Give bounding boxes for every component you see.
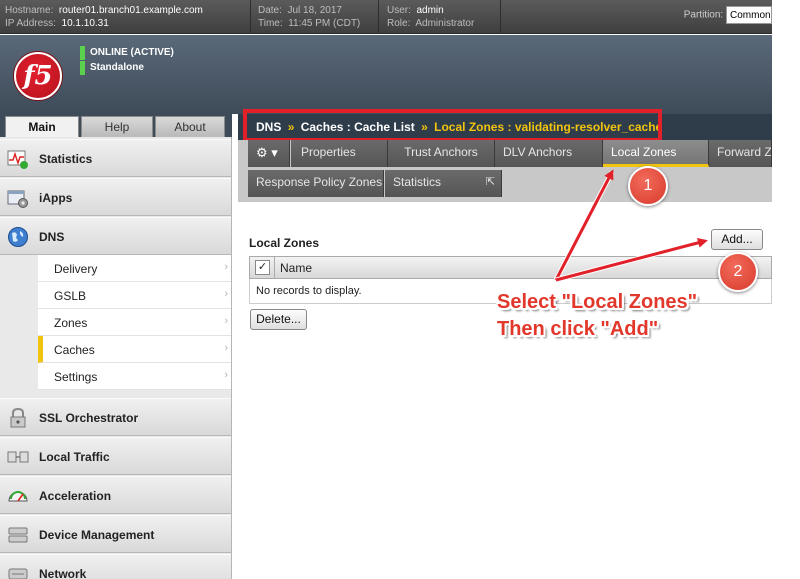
partition-area: Partition: Common <box>684 6 772 24</box>
nav-acceleration-label: Acceleration <box>39 489 112 503</box>
subnav-zones[interactable]: Zones › <box>38 309 231 336</box>
tab-dlv-anchors[interactable]: DLV Anchors <box>495 140 603 167</box>
status-online: ONLINE (ACTIVE) <box>80 46 174 60</box>
tab-main[interactable]: Main <box>5 116 79 138</box>
nav-iapps-label: iApps <box>39 191 73 205</box>
nav-ssl-orchestrator[interactable]: SSL Orchestrator <box>0 398 231 436</box>
chevron-right-icon: › <box>224 261 228 273</box>
datetime-info: Date: Jul 18, 2017 Time: 11:45 PM (CDT) <box>258 4 360 30</box>
iapps-icon <box>7 190 28 208</box>
chevron-right-icon: › <box>224 342 228 354</box>
status-standalone: Standalone <box>80 61 144 75</box>
nav-network[interactable]: Network <box>0 554 231 579</box>
subnav-zones-label: Zones <box>54 316 88 330</box>
host-info: Hostname: router01.branch01.example.com … <box>5 4 203 30</box>
subnav-caches-label: Caches <box>54 343 95 357</box>
gauge-icon <box>8 491 28 502</box>
nav-ssl-orchestrator-label: SSL Orchestrator <box>39 411 139 425</box>
tab-about[interactable]: About <box>155 116 225 137</box>
date-label: Date: <box>258 5 282 16</box>
dns-globe-icon <box>8 227 28 247</box>
left-navigation: Statistics iApps DNS Delivery › GSLB › Z… <box>0 137 232 579</box>
step-marker-2: 2 <box>718 252 758 292</box>
partition-label: Partition: <box>683 9 724 21</box>
tab-trust-anchors-label: Trust Anchors <box>404 145 478 159</box>
user-value: admin <box>416 5 444 16</box>
table-header: ✓ Name <box>249 256 772 279</box>
nav-device-management[interactable]: Device Management <box>0 515 231 553</box>
subnav-gslb[interactable]: GSLB › <box>38 282 231 309</box>
nav-local-traffic[interactable]: Local Traffic <box>0 437 231 475</box>
tab-response-policy-zones-label: Response Policy Zones <box>256 175 383 189</box>
role-value: Administrator <box>415 18 475 29</box>
column-divider <box>274 257 275 278</box>
tab-forward-zones[interactable]: Forward Zones <box>709 140 772 167</box>
delete-button[interactable]: Delete... <box>250 309 307 330</box>
local-traffic-icon <box>7 451 29 463</box>
top-header: Hostname: router01.branch01.example.com … <box>0 0 772 34</box>
lock-icon <box>10 407 26 428</box>
nav-statistics[interactable]: Statistics <box>0 139 231 177</box>
ip-label: IP Address: <box>5 18 56 29</box>
left-tab-strip: Main Help About <box>0 114 232 138</box>
tab-forward-zones-label: Forward Zones <box>717 145 772 159</box>
hostname-value: router01.branch01.example.com <box>58 5 203 16</box>
tab-help[interactable]: Help <box>81 116 153 137</box>
nav-dns[interactable]: DNS <box>0 217 231 255</box>
statistics-icon <box>7 150 28 169</box>
chevron-right-icon: › <box>224 369 228 381</box>
subnav-caches[interactable]: Caches › <box>38 336 231 363</box>
user-info: User: admin Role: Administrator <box>387 4 474 30</box>
nav-statistics-label: Statistics <box>39 152 93 166</box>
chevron-right-icon: › <box>224 315 228 327</box>
role-label: Role: <box>387 18 411 29</box>
add-button[interactable]: Add... <box>711 229 763 250</box>
subnav-settings-label: Settings <box>54 370 98 384</box>
select-all-checkbox[interactable]: ✓ <box>255 260 270 275</box>
network-icon <box>8 568 28 579</box>
gear-menu-tab[interactable]: ⚙ ▾ <box>248 140 290 167</box>
subnav-settings[interactable]: Settings › <box>38 363 231 390</box>
partition-select[interactable]: Common <box>726 6 772 24</box>
tab-properties[interactable]: Properties <box>291 140 388 167</box>
tab-local-zones[interactable]: Local Zones <box>603 140 709 167</box>
date-value: Jul 18, 2017 <box>287 5 342 16</box>
f5-logo: f5 <box>14 52 62 100</box>
tab-dlv-anchors-label: DLV Anchors <box>503 145 573 159</box>
device-icon <box>8 527 28 543</box>
ip-value: 10.1.10.31 <box>61 18 109 29</box>
time-label: Time: <box>258 18 283 29</box>
section-title: Local Zones <box>249 236 320 250</box>
subnav-delivery-label: Delivery <box>54 262 98 276</box>
nav-acceleration[interactable]: Acceleration <box>0 476 231 514</box>
subnav-gslb-label: GSLB <box>54 289 87 303</box>
breadcrumb-highlight-box <box>243 109 662 142</box>
external-link-icon: ⇱ <box>485 176 495 188</box>
step-marker-1: 1 <box>628 166 668 206</box>
tab-statistics[interactable]: Statistics ⇱ <box>385 170 502 197</box>
callout-line-2: Then click "Add" <box>497 318 659 340</box>
hostname-label: Hostname: <box>5 5 54 16</box>
subnav-delivery[interactable]: Delivery › <box>38 255 231 282</box>
tab-properties-label: Properties <box>301 145 356 159</box>
nav-network-label: Network <box>39 567 87 579</box>
tab-response-policy-zones[interactable]: Response Policy Zones <box>248 170 384 197</box>
tab-local-zones-label: Local Zones <box>611 145 677 159</box>
user-label: User: <box>387 5 411 16</box>
header-divider <box>378 0 379 34</box>
nav-dns-label: DNS <box>39 230 65 244</box>
nav-local-traffic-label: Local Traffic <box>39 450 110 464</box>
callout-line-1: Select "Local Zones" <box>497 291 698 313</box>
time-value: 11:45 PM (CDT) <box>288 18 361 29</box>
tab-trust-anchors[interactable]: Trust Anchors <box>388 140 495 167</box>
chevron-right-icon: › <box>224 288 228 300</box>
column-name-header[interactable]: Name <box>280 261 312 275</box>
tab-statistics-label: Statistics <box>393 175 442 189</box>
nav-iapps[interactable]: iApps <box>0 178 231 216</box>
header-divider <box>500 0 501 34</box>
header-divider <box>250 0 251 34</box>
nav-device-management-label: Device Management <box>39 528 155 542</box>
